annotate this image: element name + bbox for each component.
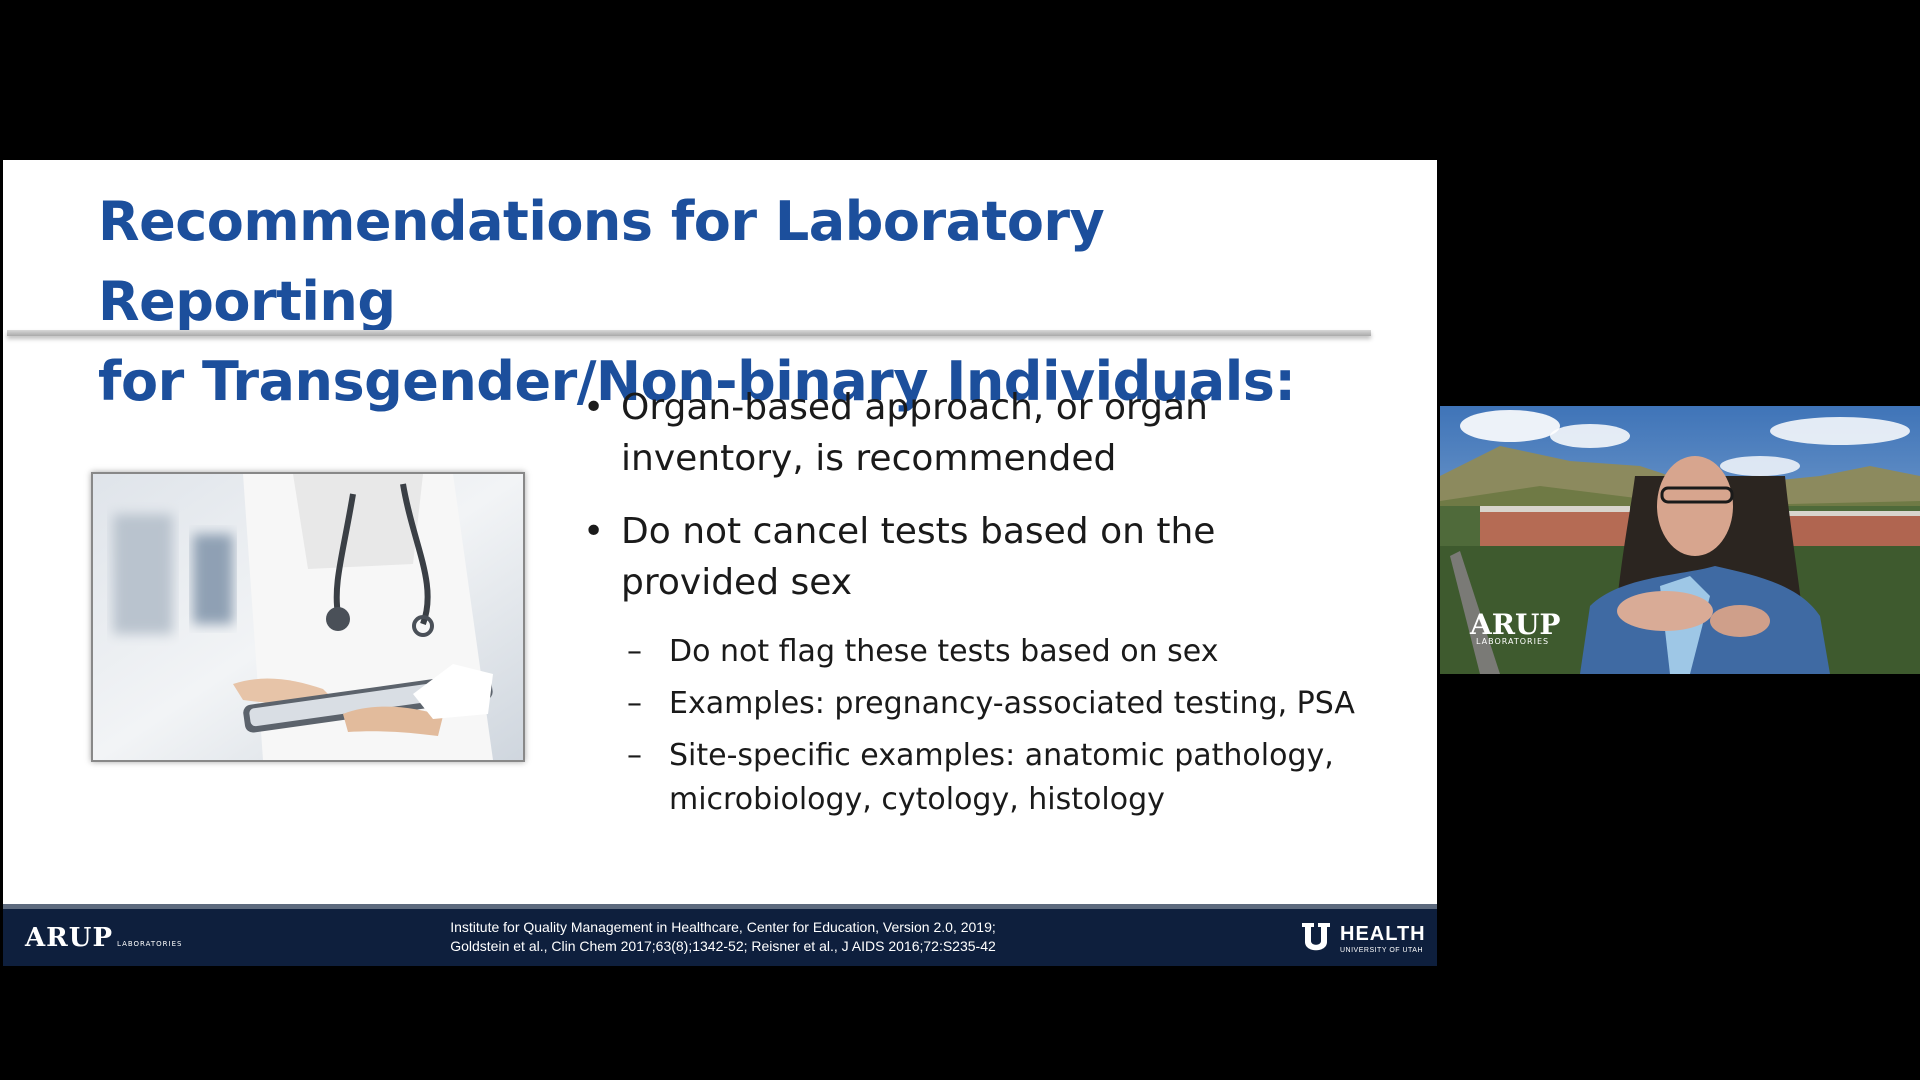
bullet-item: • Do not cancel tests based on the provi…: [575, 506, 1375, 608]
sub-bullet-marker: –: [627, 686, 642, 721]
title-divider: [7, 330, 1371, 336]
arup-logo-subtext: LABORATORIES: [117, 940, 183, 948]
slide-footer: ARUP LABORATORIES Institute for Quality M…: [3, 904, 1437, 966]
arup-logo: ARUP LABORATORIES: [25, 923, 182, 953]
webcam-logo-subtext: LABORATORIES: [1476, 637, 1550, 646]
doctor-with-tablet-image-icon: [93, 474, 523, 760]
bullet-marker: •: [583, 511, 605, 552]
doctor-tablet-image: [91, 472, 525, 762]
webcam-arup-logo: ARUP LABORATORIES: [1470, 608, 1560, 646]
health-logo-subtext: UNIVERSITY OF UTAH: [1340, 947, 1424, 954]
sub-bullet-text-line-1: Site-specific examples: anatomic patholo…: [669, 738, 1334, 773]
sub-bullet-text-line-2: microbiology, cytology, histology: [669, 782, 1165, 817]
citation: Institute for Quality Management in Heal…: [343, 918, 1103, 956]
university-of-utah-u-icon: [1302, 923, 1330, 951]
arup-logo-text: ARUP: [25, 923, 114, 953]
bullet-item: • Organ-based approach, or organ invento…: [575, 382, 1375, 484]
sub-bullet-item: – Examples: pregnancy-associated testing…: [575, 682, 1375, 726]
sub-bullet-marker: –: [627, 738, 642, 773]
sub-bullet-text: Examples: pregnancy-associated testing, …: [669, 686, 1355, 721]
sub-bullet-item: – Site-specific examples: anatomic patho…: [575, 734, 1375, 822]
bullet-text-line-2: provided sex: [621, 562, 853, 603]
webcam-feed: ARUP LABORATORIES: [1440, 406, 1920, 674]
bullet-text-line-2: inventory, is recommended: [621, 438, 1117, 479]
bullet-marker: •: [583, 387, 605, 428]
sub-bullet-marker: –: [627, 634, 642, 669]
bullet-text-line-1: Do not cancel tests based on the: [621, 511, 1216, 552]
bullet-list: • Organ-based approach, or organ invento…: [575, 382, 1375, 830]
sub-bullet-item: – Do not flag these tests based on sex: [575, 630, 1375, 674]
bullet-text-line-1: Organ-based approach, or organ: [621, 387, 1208, 428]
health-logo-text: HEALTH: [1340, 923, 1426, 945]
sub-bullet-text: Do not flag these tests based on sex: [669, 634, 1219, 669]
citation-line-1: Institute for Quality Management in Heal…: [450, 919, 996, 935]
slide-title-line-1: Recommendations for Laboratory Reporting: [98, 190, 1105, 333]
citation-line-2: Goldstein et al., Clin Chem 2017;63(8);1…: [450, 938, 996, 954]
presentation-slide: Recommendations for Laboratory Reporting…: [3, 160, 1437, 966]
